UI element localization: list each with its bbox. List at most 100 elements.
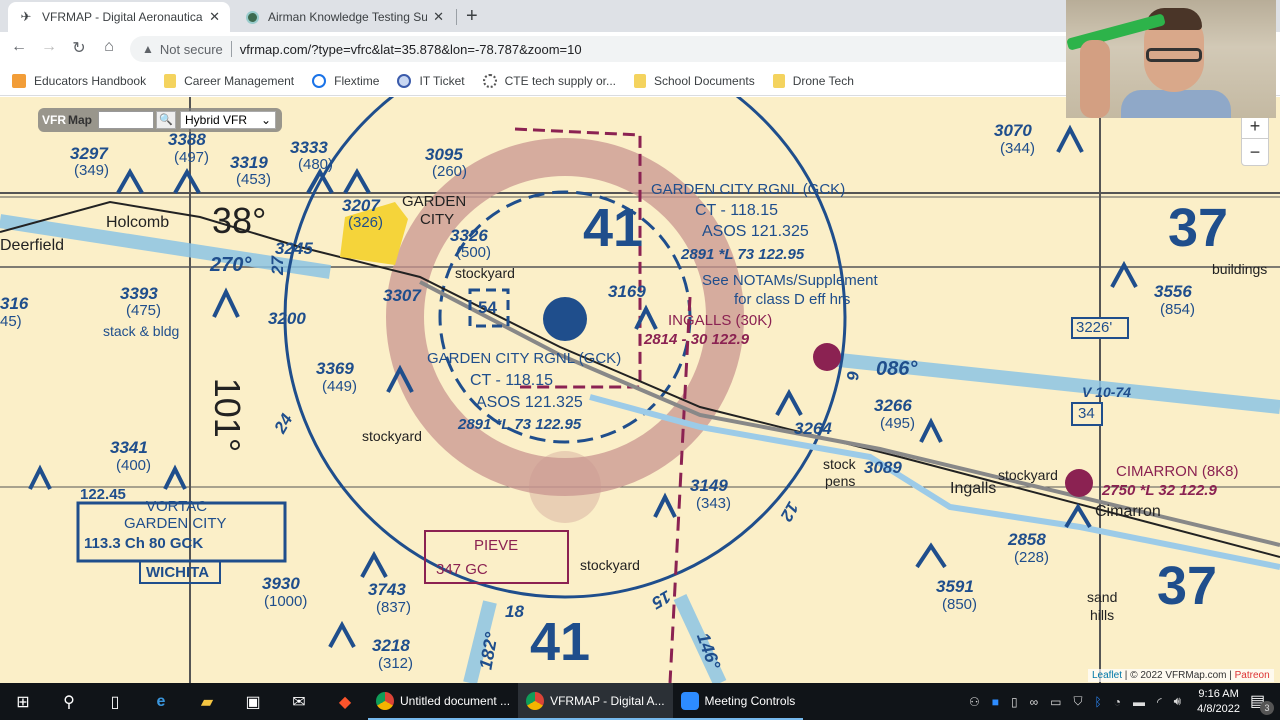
obstacle-msl: 3393 [120,284,158,303]
zoom-tray-icon[interactable]: ■ [992,695,999,709]
ndb-name: PIEVE [474,537,519,554]
file-explorer-icon[interactable]: ▰ [184,683,230,720]
windows-start-icon[interactable]: ⊞ [0,683,46,720]
new-tab-button[interactable]: + [466,5,478,28]
bookmark-school-documents[interactable]: School Documents [634,73,755,88]
faa-seal-icon [244,9,260,25]
town-garden: GARDEN [402,193,467,210]
cte-icon [482,73,497,88]
gck-info: 2891 *L 73 122.95 [681,246,805,263]
chrome-icon [376,691,394,710]
bookmark-educators-handbook[interactable]: Educators Handbook [12,73,146,88]
people-icon[interactable]: ⚇ [969,695,980,709]
task-view-icon[interactable]: ▯ [92,683,138,720]
system-clock[interactable]: 9:16 AM 4/8/2022 [1197,687,1240,717]
battery-icon[interactable]: ▬ [1133,695,1145,709]
display-icon[interactable]: ▭ [1050,695,1061,709]
obstacle-msl: 3266 [874,396,912,415]
mail-icon[interactable]: ✉ [276,683,322,720]
obstacle-agl: (453) [236,171,272,188]
landmark-stack-bldg: stack & bldg [103,323,180,339]
store-icon[interactable]: ▣ [230,683,276,720]
brand-map: Map [68,113,92,127]
bookmark-label: School Documents [654,73,755,88]
close-tab-icon[interactable]: ✕ [433,9,444,25]
taskbar-app-meeting-controls[interactable]: Meeting Controls [672,683,804,720]
bookmark-it-ticket[interactable]: IT Ticket [397,73,465,88]
tab-airman-knowledge[interactable]: Airman Knowledge Testing Supp ✕ [234,2,454,32]
security-label[interactable]: Not secure [160,42,223,57]
copyright-text: © 2022 VFRMap.com [1130,670,1227,681]
airport-search-input[interactable] [98,111,154,129]
obstacle-agl: (343) [696,495,732,512]
folder-icon [164,73,177,88]
compass-18: 18 [505,602,524,621]
home-icon[interactable]: ⌂ [98,38,120,56]
tab-divider [456,9,457,25]
obstacle-msl: 3930 [262,574,300,593]
obstacle-agl: (837) [376,599,412,616]
obstacle-msl: 3591 [936,577,974,596]
zoom-out-button[interactable]: − [1242,139,1268,165]
parachute-area [529,451,601,523]
it-ticket-icon [397,73,412,88]
gck-asos: ASOS 121.325 [476,394,583,411]
vortac-fss-center: WICHITA [146,564,210,581]
volume-icon[interactable]: 🔊︎ [1174,694,1182,709]
bluetooth-icon[interactable]: ᛒ [1095,695,1102,709]
bookmark-cte-tech[interactable]: CTE tech supply or... [482,73,616,88]
search-icon[interactable]: ⚲ [46,683,92,720]
taskbar-app-vfrmap[interactable]: VFRMAP - Digital A... [518,683,673,720]
sectional-chart-map[interactable]: 3297 (349) 3388 (497) 3319 (453) 3333 (4… [0,97,1280,683]
obstacle-msl: 3095 [425,145,463,164]
brave-icon[interactable]: ◆ [322,683,368,720]
ingalls-info: 2814 - 30 122.9 [644,331,750,348]
obstacle-msl: 3556 [1154,282,1192,301]
obstacle-agl: (495) [880,415,916,432]
notification-center-icon[interactable]: ▤ 3 [1250,691,1280,715]
obstacle-msl: 3307 [383,286,421,305]
security-shield-icon[interactable]: ⛉ [1073,694,1082,709]
url-text[interactable]: vfrmap.com/?type=vfrc&lat=35.878&lon=-78… [240,42,582,57]
taskbar-app-label: VFRMAP - Digital A... [550,693,665,708]
bookmark-label: Career Management [184,73,295,88]
leaflet-link[interactable]: Leaflet [1092,670,1122,681]
system-tray: ⚇ ■ ▯ ∞ ▭ ⛉ ᛒ ◔ ▬ ◜ 🔊︎ 9:16 AM 4/8/2022 … [963,683,1280,720]
bookmark-flextime[interactable]: Flextime [312,73,379,88]
sync-icon[interactable]: ◔ [1114,695,1121,709]
gck-tower-freq: CT - 118.15 [695,202,779,219]
taskbar-app-untitled-document[interactable]: Untitled document ... [368,683,519,720]
back-icon[interactable]: ← [8,38,30,56]
obstacle-agl: (228) [1014,549,1050,566]
wifi-icon[interactable]: ◜ [1157,695,1162,709]
obstacle-msl: 2858 [1008,530,1046,549]
landmark-pens: pens [825,473,856,489]
forward-icon[interactable]: → [38,38,60,56]
usb-icon[interactable]: ▯ [1011,695,1018,709]
gck-asos: ASOS 121.325 [702,223,809,240]
zoom-icon [680,691,699,710]
bookmark-label: IT Ticket [419,73,465,88]
edge-icon[interactable]: e [138,683,184,720]
bookmark-drone-tech[interactable]: Drone Tech [772,73,854,88]
address-bar[interactable]: ▲ Not secure vfrmap.com/?type=vfrc&lat=3… [130,36,1230,62]
ingalls-airport-name: INGALLS (30K) [668,312,773,329]
flextime-icon [312,73,327,88]
search-icon[interactable]: 🔍 [156,111,176,129]
chart-type-select[interactable]: Hybrid VFR ⌄ [180,111,276,129]
bookmark-career-management[interactable]: Career Management [164,73,295,88]
grid-mef-41: 41 [583,198,644,258]
landmark-sand: sand [1087,589,1118,605]
route-54-label: 54 [478,298,497,317]
grid-mef-37: 37 [1157,556,1218,616]
longitude-101-label: 101° [207,377,249,453]
tab-vfrmap[interactable]: ✈ VFRMAP - Digital Aeronautical Ch ✕ [8,2,230,32]
reload-icon[interactable]: ↻ [68,38,90,58]
patreon-link[interactable]: Patreon [1235,670,1270,681]
town-city: CITY [420,211,455,228]
gck-airport-name: GARDEN CITY RGNL (GCK) [427,350,622,367]
vortac-type: VORTAC [146,498,208,515]
folder-icon [772,73,785,88]
close-tab-icon[interactable]: ✕ [209,9,220,25]
onedrive-icon[interactable]: ∞ [1030,695,1039,709]
